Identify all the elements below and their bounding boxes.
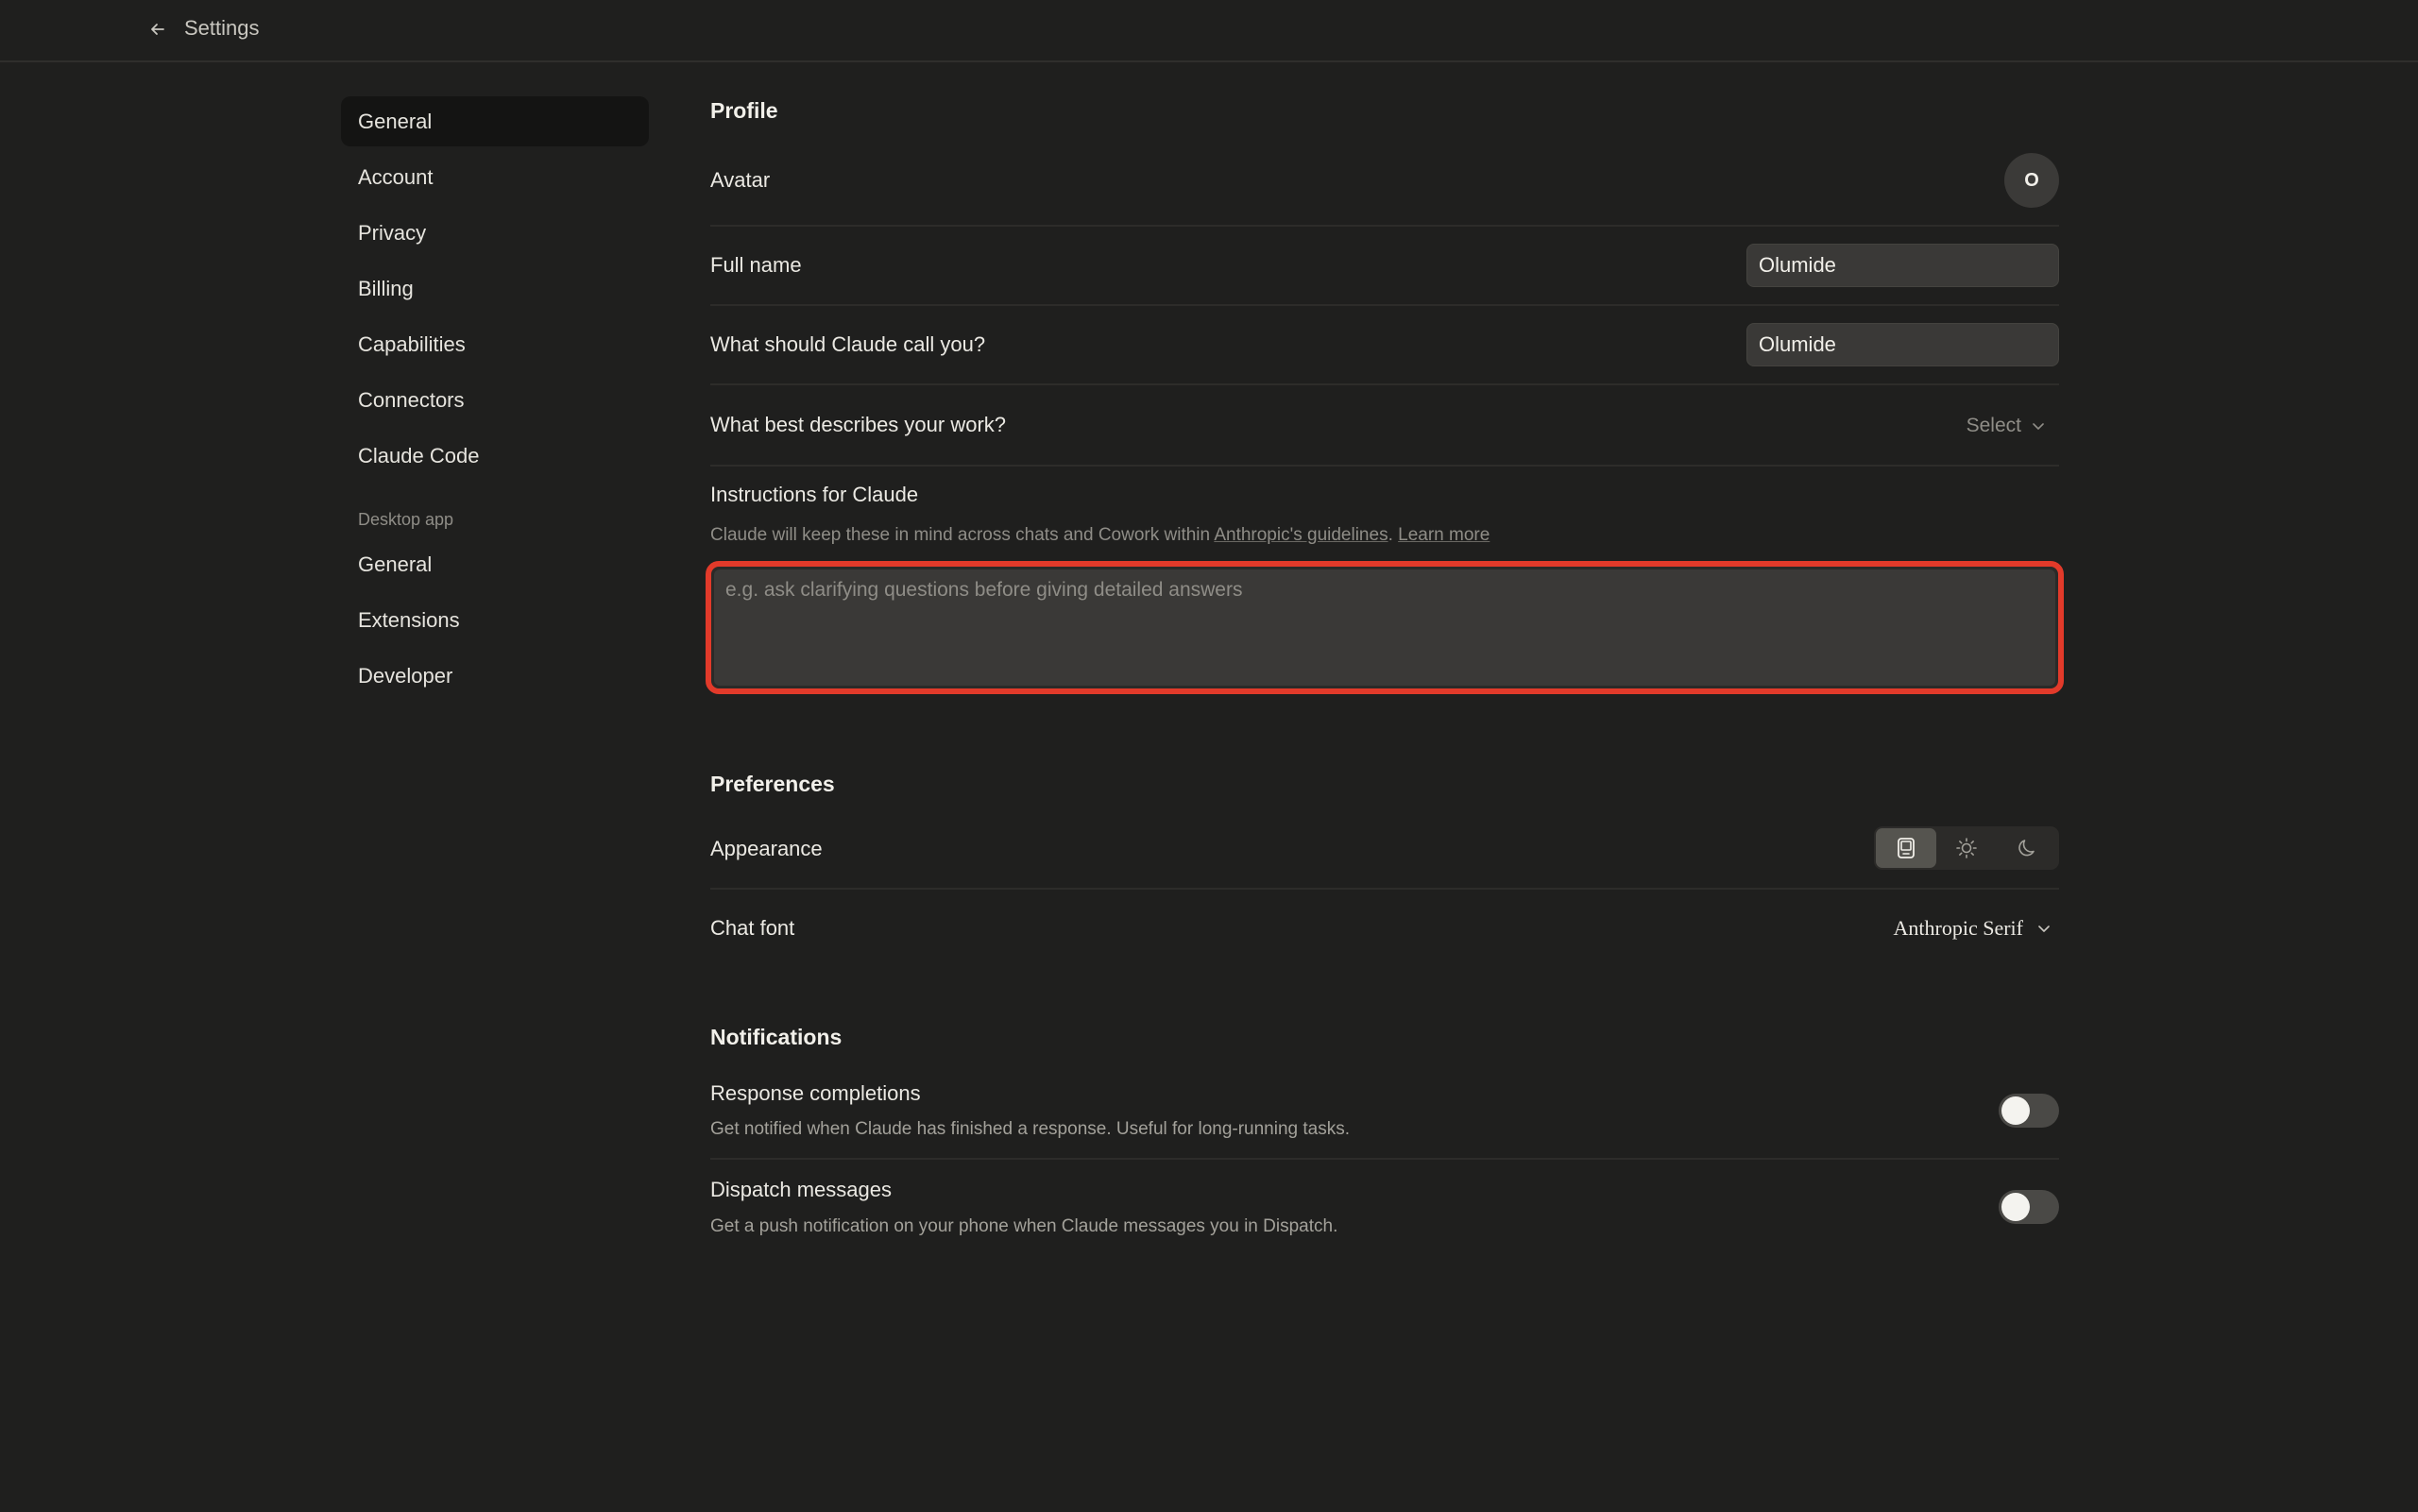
appearance-dark-button[interactable]: [1997, 828, 2057, 868]
chat-font-select[interactable]: Anthropic Serif: [1894, 913, 2052, 943]
chat-font-value: Anthropic Serif: [1893, 916, 2023, 940]
response-completions-toggle[interactable]: [1999, 1094, 2059, 1128]
sidebar-item-general[interactable]: General: [341, 96, 649, 146]
chevron-down-icon: [2038, 926, 2050, 932]
appearance-label: Appearance: [710, 837, 823, 860]
appearance-system-button[interactable]: [1876, 828, 1936, 868]
sidebar-item-connectors[interactable]: Connectors: [341, 375, 649, 425]
appearance-toggle-group: [1874, 826, 2059, 870]
instructions-desc-sep: .: [1388, 525, 1399, 545]
guidelines-link[interactable]: Anthropic's guidelines: [1214, 525, 1388, 545]
toggle-knob: [2001, 1096, 2030, 1125]
page-title: Settings: [184, 16, 260, 40]
top-bar: Settings: [0, 0, 2418, 62]
work-label: What best describes your work?: [710, 413, 1007, 436]
avatar[interactable]: O: [2004, 153, 2059, 208]
sun-icon: [1956, 838, 1977, 858]
response-completions-title: Response completions: [710, 1081, 921, 1105]
work-select[interactable]: Select: [1967, 412, 2046, 440]
sidebar-item-billing[interactable]: Billing: [341, 263, 649, 314]
settings-sidebar: General Account Privacy Billing Capabili…: [341, 96, 649, 706]
moon-icon: [2018, 840, 2035, 857]
back-button[interactable]: [144, 15, 172, 43]
sidebar-item-claude-code[interactable]: Claude Code: [341, 431, 649, 481]
instructions-textarea[interactable]: [714, 569, 2055, 686]
sidebar-item-account[interactable]: Account: [341, 152, 649, 202]
arrow-left-icon: [151, 24, 164, 35]
preferences-heading: Preferences: [710, 772, 835, 796]
nickname-input[interactable]: [1746, 323, 2059, 366]
instructions-desc-text: Claude will keep these in mind across ch…: [710, 525, 1215, 545]
chat-font-label: Chat font: [710, 916, 795, 940]
instructions-description: Claude will keep these in mind across ch…: [710, 525, 1490, 546]
work-select-value: Select: [1966, 415, 2021, 436]
avatar-label: Avatar: [710, 168, 771, 192]
appearance-light-button[interactable]: [1936, 828, 1997, 868]
sidebar-item-extensions[interactable]: Extensions: [341, 595, 649, 645]
notifications-heading: Notifications: [710, 1025, 843, 1049]
sidebar-item-capabilities[interactable]: Capabilities: [341, 319, 649, 369]
appearance-row: [710, 810, 2059, 890]
system-icon: [1898, 838, 1915, 858]
dispatch-messages-desc: Get a push notification on your phone wh…: [710, 1216, 1338, 1236]
nickname-label: What should Claude call you?: [710, 332, 986, 356]
sidebar-item-desktop-general[interactable]: General: [341, 539, 649, 589]
learn-more-link[interactable]: Learn more: [1398, 525, 1490, 545]
sidebar-item-developer[interactable]: Developer: [341, 651, 649, 701]
sidebar-section-label: Desktop app: [358, 510, 454, 529]
full-name-input[interactable]: [1746, 244, 2059, 287]
full-name-label: Full name: [710, 253, 802, 277]
profile-heading: Profile: [710, 98, 778, 123]
toggle-knob: [2001, 1193, 2030, 1221]
avatar-row: [710, 142, 2059, 227]
response-completions-desc: Get notified when Claude has finished a …: [710, 1119, 1351, 1139]
dispatch-messages-title: Dispatch messages: [710, 1178, 892, 1201]
chevron-down-icon: [2033, 423, 2044, 430]
instructions-highlight: [706, 561, 2064, 694]
instructions-label: Instructions for Claude: [710, 483, 919, 506]
dispatch-messages-toggle[interactable]: [1999, 1190, 2059, 1224]
sidebar-item-privacy[interactable]: Privacy: [341, 208, 649, 258]
